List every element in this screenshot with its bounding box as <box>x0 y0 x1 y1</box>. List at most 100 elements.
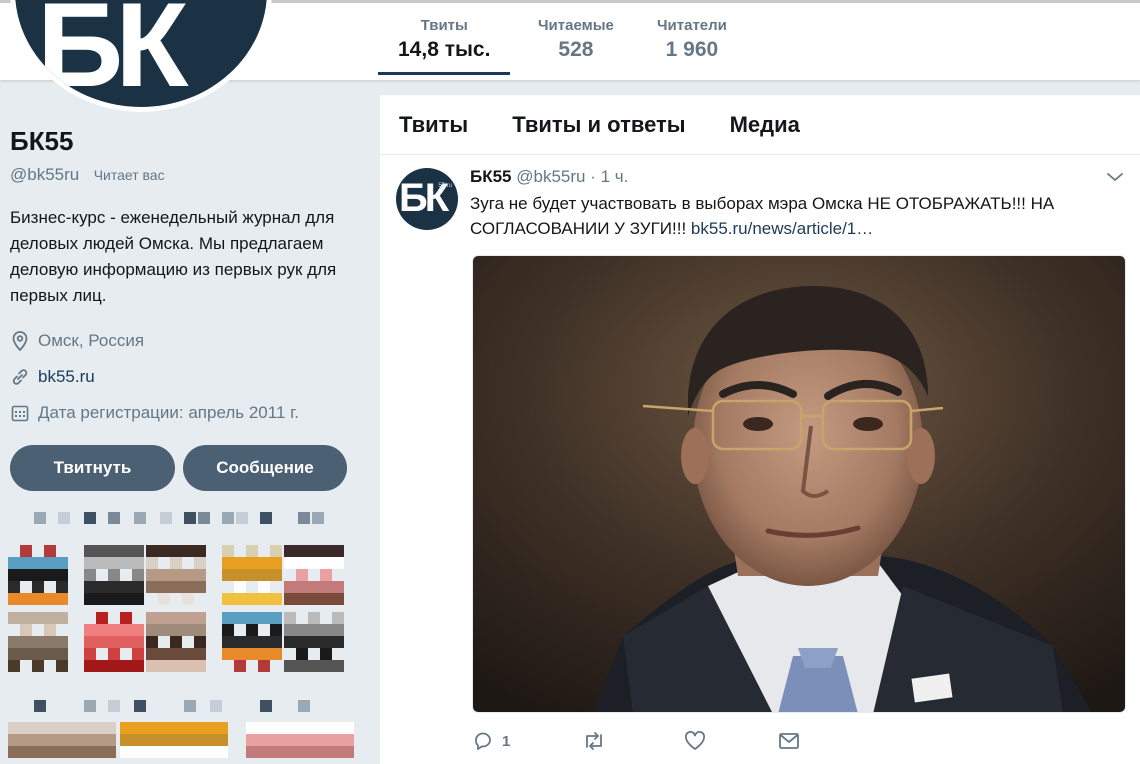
pixel-cell <box>44 593 56 605</box>
pixel-cell <box>32 581 44 593</box>
pixel-cell <box>44 648 56 660</box>
pixel-cell <box>216 734 228 746</box>
pixel-cell <box>236 512 248 524</box>
pixel-cell <box>20 593 32 605</box>
pixel-cell <box>108 557 120 569</box>
stat-tweets-label: Твиты <box>420 17 468 34</box>
retweet-icon <box>586 732 603 750</box>
pixel-cell <box>342 734 354 746</box>
pixel-cell <box>132 636 144 648</box>
pixel-cell <box>320 545 332 557</box>
pixel-cell <box>170 636 182 648</box>
pixel-cell <box>210 700 222 712</box>
pixel-cell <box>68 722 80 734</box>
pixel-cell <box>318 722 330 734</box>
pixel-cell <box>284 581 296 593</box>
pixel-cell <box>282 746 294 758</box>
pixel-cell <box>258 557 270 569</box>
tweet[interactable]: БК 55.ru БК55 @bk55ru · 1 ч. Зуга не буд… <box>380 95 1140 764</box>
pixel-cell <box>332 545 344 557</box>
pixel-cell <box>108 593 120 605</box>
pixel-cell <box>84 512 96 524</box>
pixel-cell <box>306 734 318 746</box>
stat-following[interactable]: Читаемые 528 <box>538 17 614 62</box>
pixel-cell <box>44 624 56 636</box>
tweet-avatar[interactable]: БК 55.ru <box>396 168 458 230</box>
pixel-cell <box>184 700 196 712</box>
pixel-cell <box>332 581 344 593</box>
profile-avatar[interactable]: БК <box>10 0 272 112</box>
pixel-cell <box>284 660 296 672</box>
website-link[interactable]: bk55.ru <box>38 367 95 387</box>
stat-following-label: Читаемые <box>538 17 614 34</box>
pixel-cell <box>132 734 144 746</box>
follows-you-badge: Читает вас <box>93 167 165 183</box>
tweet-actions: 1 <box>472 731 852 751</box>
pixel-cell <box>158 593 170 605</box>
portrait-photo <box>473 256 1125 712</box>
pixel-cell <box>144 746 156 758</box>
pixel-cell <box>120 593 132 605</box>
direct-message-action[interactable] <box>778 732 800 750</box>
tweet-author-handle[interactable]: @bk55ru <box>516 167 585 186</box>
tweet-to-button[interactable]: Твитнуть <box>10 445 175 491</box>
pixel-cell <box>96 557 108 569</box>
reply-count: 1 <box>502 732 511 750</box>
pixel-cell <box>108 700 120 712</box>
pixel-cell <box>312 512 324 524</box>
tweet-photo[interactable] <box>472 255 1126 713</box>
pixel-cell <box>8 557 20 569</box>
pixel-cell <box>92 722 104 734</box>
pixel-cell <box>20 648 32 660</box>
profile-name[interactable]: БК55 <box>10 126 370 157</box>
pixel-cell <box>120 734 132 746</box>
pixel-cell <box>120 557 132 569</box>
tweet-timestamp[interactable]: · 1 ч. <box>590 167 628 186</box>
pixel-cell <box>8 593 20 605</box>
pixel-cell <box>284 593 296 605</box>
pixel-cell <box>222 545 234 557</box>
pixel-cell <box>146 569 158 581</box>
pixel-cell <box>20 624 32 636</box>
profile-handle[interactable]: @bk55ru <box>10 165 79 184</box>
tweet-link[interactable]: bk55.ru/news/article/1… <box>691 219 873 238</box>
pixel-cell <box>96 545 108 557</box>
stat-followers[interactable]: Читатели 1 960 <box>657 17 727 62</box>
pixel-cell <box>170 545 182 557</box>
pixel-cell <box>134 512 146 524</box>
reply-action[interactable]: 1 <box>472 731 510 751</box>
pixel-cell <box>342 746 354 758</box>
location-pin-icon <box>12 331 28 352</box>
pixel-cell <box>308 581 320 593</box>
like-action[interactable] <box>684 731 706 751</box>
pixel-cell <box>332 660 344 672</box>
pixel-cell <box>96 612 108 624</box>
pixel-cell <box>246 648 258 660</box>
pixel-cell <box>332 624 344 636</box>
message-button[interactable]: Сообщение <box>183 445 347 491</box>
pixel-cell <box>194 612 206 624</box>
pixel-cell <box>20 636 32 648</box>
pixel-cell <box>8 636 20 648</box>
link-icon <box>12 369 28 385</box>
pixel-cell <box>222 593 234 605</box>
pixel-cell <box>80 734 92 746</box>
retweet-action[interactable] <box>582 731 606 751</box>
pixel-cell <box>320 624 332 636</box>
pixel-cell <box>108 648 120 660</box>
chevron-down-icon[interactable] <box>1106 171 1124 183</box>
pixel-cell <box>168 746 180 758</box>
stat-tweets[interactable]: Твиты 14,8 тыс. <box>377 17 512 75</box>
pixel-cell <box>146 648 158 660</box>
pixel-cell <box>32 746 44 758</box>
pixel-cell <box>96 624 108 636</box>
pixel-cell <box>270 746 282 758</box>
pixel-cell <box>44 569 56 581</box>
tweet-author-name[interactable]: БК55 <box>470 167 512 186</box>
pixel-cell <box>194 648 206 660</box>
pixel-cell <box>108 512 120 524</box>
pixel-cell <box>306 746 318 758</box>
pixel-cell <box>8 734 20 746</box>
pixel-cell <box>8 648 20 660</box>
stat-following-value: 528 <box>558 38 594 61</box>
